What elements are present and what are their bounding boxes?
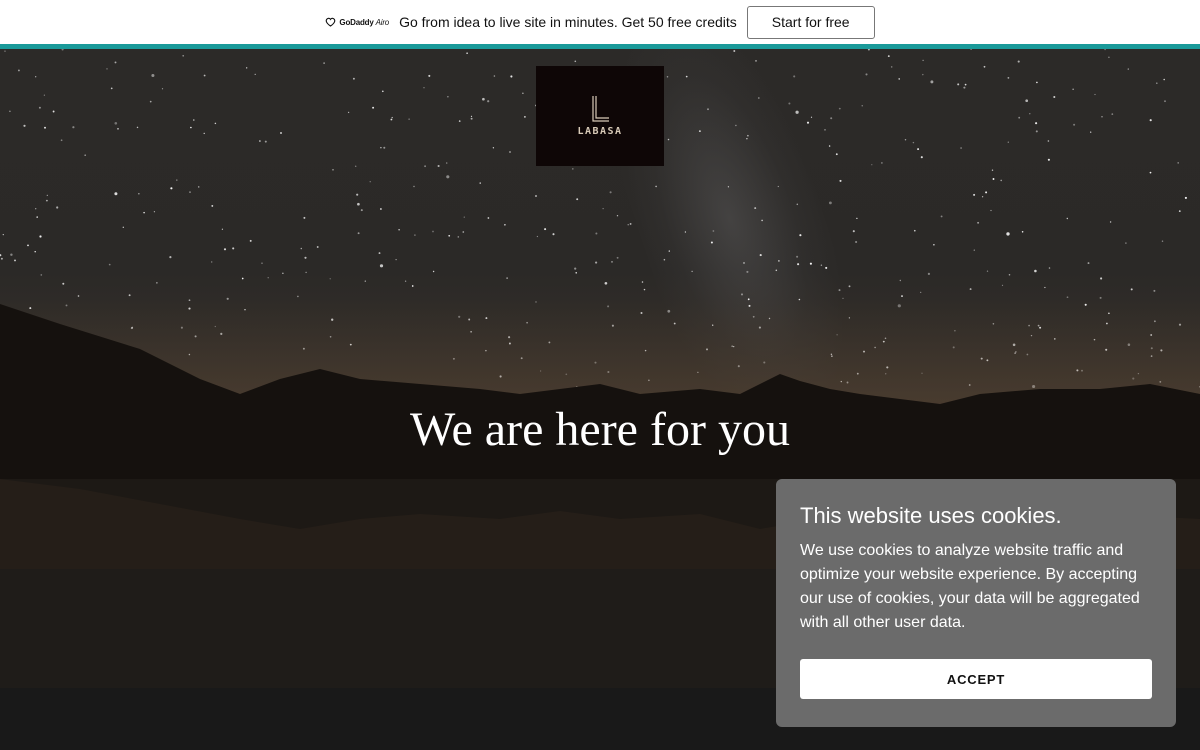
logo-product: Airo: [375, 17, 390, 27]
cookie-body: We use cookies to analyze website traffi…: [800, 542, 1140, 631]
promo-banner: GoDaddy Airo Go from idea to live site i…: [0, 0, 1200, 44]
godaddy-airo-logo: GoDaddy Airo: [325, 17, 389, 27]
cookie-consent-dialog: This website uses cookies. We use cookie…: [776, 479, 1176, 727]
cookie-title: This website uses cookies.: [800, 503, 1062, 528]
godaddy-heart-icon: [326, 17, 336, 27]
labasa-logo-mark-icon: [592, 96, 609, 122]
logo-name: LABASA: [577, 126, 623, 137]
start-for-free-button[interactable]: Start for free: [746, 5, 875, 39]
hero-title: We are here for you: [410, 403, 790, 456]
site-logo[interactable]: LABASA: [536, 66, 664, 166]
accept-cookies-button[interactable]: ACCEPT: [800, 659, 1152, 699]
logo-brand: GoDaddy: [339, 17, 374, 27]
promo-text: Go from idea to live site in minutes. Ge…: [399, 14, 737, 30]
